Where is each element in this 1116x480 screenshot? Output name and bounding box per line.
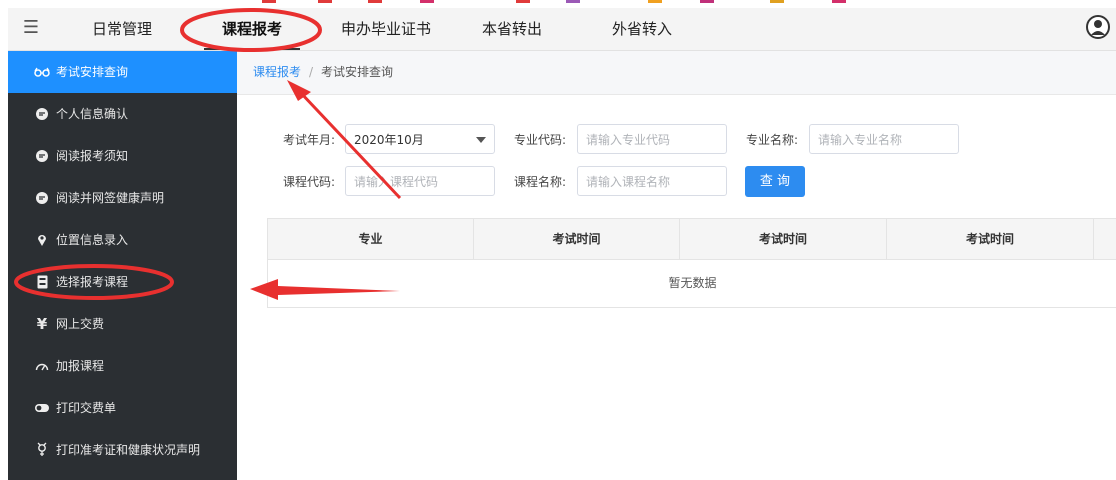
course-code-input[interactable]: 请输入课程代码 — [345, 166, 495, 196]
sidebar-item-print-payment-slip[interactable]: 打印交费单 — [8, 387, 237, 429]
chevron-down-icon — [476, 137, 486, 143]
nav-tab-transfer-out[interactable]: 本省转出 — [466, 8, 558, 50]
sidebar-item-label: 阅读报考须知 — [56, 149, 129, 163]
chat-icon — [34, 93, 50, 135]
nav-tab-diploma[interactable]: 申办毕业证书 — [326, 8, 446, 50]
top-color-strip — [0, 0, 1116, 5]
course-code-label: 课程代码: — [283, 175, 336, 189]
sidebar-item-label: 选择报考课程 — [56, 275, 129, 289]
sidebar-item-label: 阅读并网签健康声明 — [56, 191, 165, 205]
breadcrumb: 课程报考 / 考试安排查询 — [237, 51, 1116, 95]
nav-tab-transfer-in[interactable]: 外省转入 — [594, 8, 690, 50]
menu-icon[interactable]: ☰ — [22, 19, 40, 37]
breadcrumb-current: 考试安排查询 — [321, 65, 394, 79]
sidebar-item-label: 个人信息确认 — [56, 107, 129, 121]
sidebar-item-label: 网上交费 — [56, 317, 105, 331]
glasses-icon — [34, 51, 50, 93]
results-table: 专业 考试时间 考试时间 考试时间 暂无数据 — [267, 218, 1116, 308]
sidebar-item-label: 打印交费单 — [56, 401, 117, 415]
major-name-label: 专业名称: — [746, 133, 799, 147]
course-name-input[interactable]: 请输入课程名称 — [577, 166, 727, 196]
sidebar: 考试安排查询 个人信息确认 阅读报考须知 阅读并网签健康声明 位置信息录入 选择… — [8, 51, 237, 480]
sidebar-item-personal-info[interactable]: 个人信息确认 — [8, 93, 237, 135]
nav-tab-course-registration[interactable]: 课程报考 — [204, 8, 300, 50]
table-header: 专业 考试时间 考试时间 考试时间 — [268, 219, 1116, 260]
empty-table-message: 暂无数据 — [668, 276, 717, 290]
book-icon — [34, 261, 50, 303]
sidebar-item-label: 位置信息录入 — [56, 233, 129, 247]
user-avatar-icon[interactable] — [1086, 14, 1110, 40]
yen-icon: ¥ — [36, 315, 48, 333]
exam-month-label: 考试年月: — [283, 133, 336, 147]
chat-icon — [34, 135, 50, 177]
top-navbar: ☰ 日常管理 课程报考 申办毕业证书 本省转出 外省转入 — [8, 8, 1116, 51]
exam-month-value: 2020年10月 — [354, 133, 424, 147]
major-code-label: 专业代码: — [514, 133, 567, 147]
column-header: 考试时间 — [887, 219, 1094, 259]
gauge-icon — [34, 345, 50, 387]
column-header: 考试时间 — [680, 219, 887, 259]
major-name-input[interactable]: 请输入专业名称 — [809, 124, 959, 154]
toggle-icon — [34, 387, 50, 429]
nav-tab-daily[interactable]: 日常管理 — [74, 8, 170, 50]
sidebar-item-print-admission[interactable]: 打印准考证和健康状况声明 — [8, 429, 237, 471]
column-header: 考试时间 — [474, 219, 680, 259]
sidebar-item-label: 考试安排查询 — [56, 65, 129, 79]
breadcrumb-parent-link[interactable]: 课程报考 — [253, 51, 301, 94]
exam-month-select[interactable]: 2020年10月 — [345, 124, 495, 154]
sidebar-item-exam-schedule[interactable]: 考试安排查询 — [8, 51, 237, 93]
major-code-input[interactable]: 请输入专业代码 — [577, 124, 727, 154]
gender-icon — [34, 429, 50, 471]
sidebar-item-read-notice[interactable]: 阅读报考须知 — [8, 135, 237, 177]
sidebar-item-location[interactable]: 位置信息录入 — [8, 219, 237, 261]
map-pin-icon — [34, 219, 50, 261]
breadcrumb-separator: / — [309, 65, 314, 79]
sidebar-item-label: 加报课程 — [56, 359, 105, 373]
chat-icon — [34, 177, 50, 219]
course-name-label: 课程名称: — [514, 175, 567, 189]
sidebar-item-add-courses[interactable]: 加报课程 — [8, 345, 237, 387]
sidebar-item-online-payment[interactable]: ¥ 网上交费 — [8, 303, 237, 345]
sidebar-item-health-declaration[interactable]: 阅读并网签健康声明 — [8, 177, 237, 219]
sidebar-item-label: 打印准考证和健康状况声明 — [56, 443, 201, 457]
column-header: 专业 — [268, 219, 474, 259]
sidebar-item-select-courses[interactable]: 选择报考课程 — [8, 261, 237, 303]
query-button[interactable]: 查 询 — [745, 166, 805, 197]
